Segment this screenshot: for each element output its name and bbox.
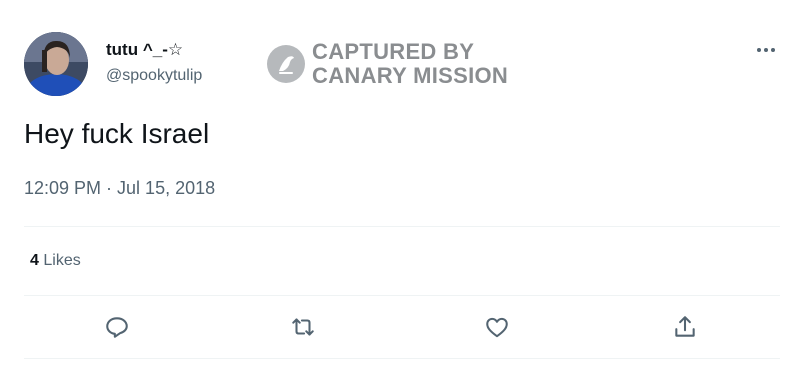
display-name[interactable]: tutu ^_-☆ — [106, 40, 183, 60]
tweet-card: tutu ^_-☆ @spookytulip CAPTURED BY CANAR… — [0, 0, 800, 365]
retweet-button[interactable] — [290, 314, 316, 340]
retweet-icon — [292, 318, 314, 336]
reply-button[interactable] — [104, 314, 130, 340]
more-options-button[interactable] — [752, 42, 780, 58]
likes-stat[interactable]: 4 Likes — [30, 252, 81, 270]
likes-count: 4 — [30, 252, 39, 269]
watermark-line-1: CAPTURED BY — [312, 39, 475, 64]
like-icon — [486, 317, 508, 338]
divider — [24, 226, 780, 227]
more-dots-icon — [757, 48, 775, 52]
divider — [24, 358, 780, 359]
avatar[interactable] — [24, 32, 88, 96]
share-icon — [675, 316, 695, 337]
divider — [24, 295, 780, 296]
likes-label: Likes — [43, 252, 81, 269]
watermark-line-2: CANARY MISSION — [312, 63, 509, 88]
tweet-timestamp[interactable]: 12:09 PM · Jul 15, 2018 — [24, 178, 215, 199]
tweet-text: Hey fuck Israel — [24, 118, 210, 149]
share-button[interactable] — [672, 314, 698, 340]
reply-icon — [106, 317, 128, 338]
like-button[interactable] — [484, 314, 510, 340]
canary-logo-icon — [267, 45, 305, 83]
user-handle[interactable]: @spookytulip — [106, 67, 202, 85]
